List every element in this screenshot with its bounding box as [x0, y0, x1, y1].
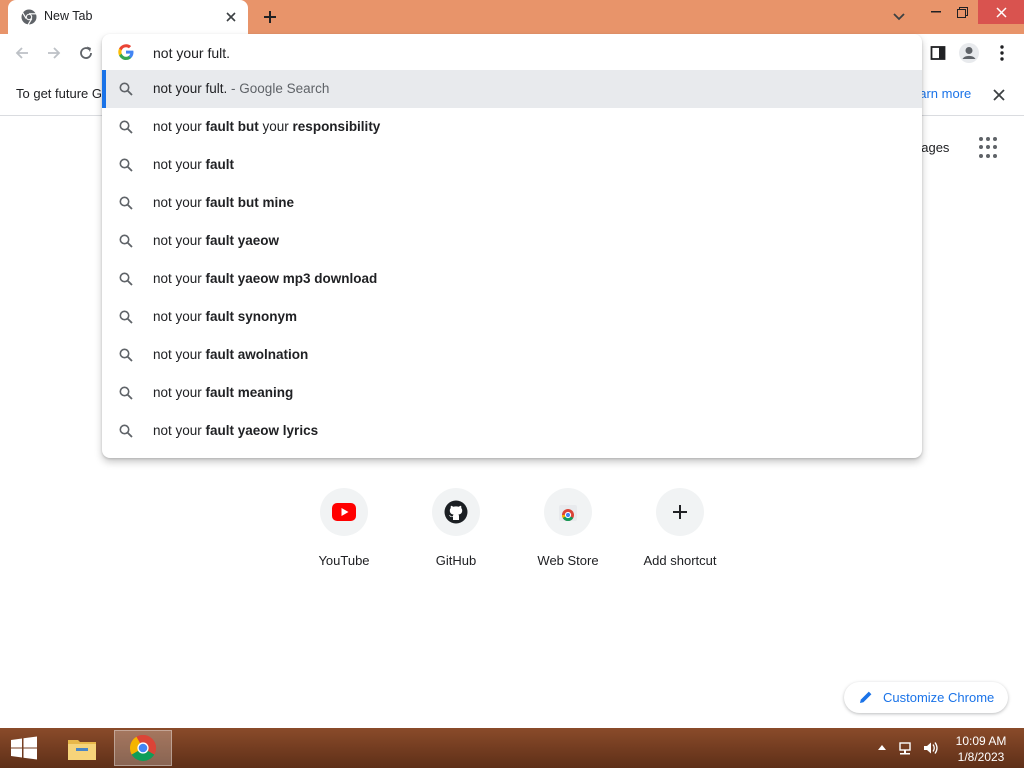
- menu-button[interactable]: [990, 41, 1014, 65]
- search-icon: [119, 386, 133, 400]
- suggestion-item[interactable]: not your fault: [102, 146, 922, 184]
- shortcut-label: Add shortcut: [643, 553, 717, 568]
- windows-start-icon[interactable]: [8, 736, 40, 760]
- search-icon: [119, 120, 133, 134]
- search-icon: [119, 158, 133, 172]
- shortcut-label: Web Store: [537, 553, 599, 568]
- search-icon: [119, 234, 133, 248]
- back-button[interactable]: [10, 41, 34, 65]
- search-icon: [119, 348, 133, 362]
- suggestion-item[interactable]: not your fault yaeow lyrics: [102, 412, 922, 450]
- search-icon: [119, 424, 133, 438]
- plus-icon: [264, 11, 276, 23]
- side-panel-button[interactable]: [926, 41, 950, 65]
- chrome-favicon-icon: [21, 9, 37, 25]
- suggestion-text: not your fault but mine: [153, 195, 295, 210]
- shortcut-add[interactable]: Add shortcut: [624, 486, 736, 576]
- reload-icon: [80, 46, 92, 59]
- suggestion-text: not your fault synonym: [153, 309, 298, 324]
- title-bar: New Tab: [0, 0, 1024, 34]
- search-icon: [119, 272, 133, 286]
- system-tray-icons[interactable]: [872, 738, 944, 758]
- customize-chrome-label: Customize Chrome: [883, 690, 995, 705]
- taskbar-clock[interactable]: 10:09 AM 1/8/2023: [948, 733, 1014, 765]
- file-explorer-taskbar-button[interactable]: [60, 730, 104, 766]
- github-icon: [444, 500, 468, 524]
- shortcut-label: GitHub: [435, 553, 477, 568]
- pencil-icon: [860, 691, 872, 703]
- shortcut-youtube[interactable]: YouTube: [288, 486, 400, 576]
- profile-button[interactable]: [957, 41, 981, 65]
- web-store-icon: [559, 505, 577, 522]
- arrow-right-icon: [48, 47, 61, 59]
- suggestion-item[interactable]: not your fault awolnation: [102, 336, 922, 374]
- suggestion-item[interactable]: not your fault yaeow mp3 download: [102, 260, 922, 298]
- suggestion-text: not your fault but your responsibility: [153, 119, 381, 134]
- taskbar: 10:09 AM 1/8/2023: [0, 728, 1024, 768]
- chevron-down-icon: [893, 13, 905, 21]
- search-icon: [119, 82, 133, 96]
- shortcut-github[interactable]: GitHub: [400, 486, 512, 576]
- suggestion-item[interactable]: not your fault synonym: [102, 298, 922, 336]
- customize-chrome-button[interactable]: Customize Chrome: [844, 682, 1008, 713]
- side-panel-icon: [930, 46, 946, 60]
- tab-close-icon[interactable]: [222, 8, 240, 26]
- shortcut-web-store[interactable]: Web Store: [512, 486, 624, 576]
- suggestion-text: not your fault yaeow lyrics: [153, 423, 319, 438]
- tab-new-tab[interactable]: New Tab: [8, 0, 248, 34]
- suggestion-text: not your fult. - Google Search: [153, 81, 330, 96]
- chrome-taskbar-button[interactable]: [114, 730, 172, 766]
- close-window-button[interactable]: [978, 0, 1024, 24]
- forward-button[interactable]: [42, 41, 66, 65]
- search-icon: [119, 310, 133, 324]
- suggestion-text: not your fault: [153, 157, 235, 172]
- youtube-icon: [332, 503, 356, 521]
- new-tab-button[interactable]: [258, 6, 282, 28]
- clock-date: 1/8/2023: [957, 750, 1005, 764]
- suggestion-text: not your fault meaning: [153, 385, 294, 400]
- shortcut-tile: [320, 488, 368, 536]
- minimize-icon: [931, 11, 941, 13]
- omnibox-input[interactable]: not your fult.: [153, 45, 230, 61]
- shortcut-tile: [656, 488, 704, 536]
- reload-button[interactable]: [74, 41, 98, 65]
- suggestion-text: not your fault yaeow mp3 download: [153, 271, 378, 286]
- close-icon: [995, 6, 1007, 18]
- folder-icon: [68, 740, 96, 760]
- shortcut-label: YouTube: [318, 553, 370, 568]
- shortcut-tile: [544, 488, 592, 536]
- suggestion-item[interactable]: not your fault but your responsibility: [102, 108, 922, 146]
- suggestion-item[interactable]: not your fault but mine: [102, 184, 922, 222]
- suggestion-text: not your fault yaeow: [153, 233, 280, 248]
- arrow-left-icon: [15, 47, 28, 59]
- kebab-menu-icon: [1000, 45, 1004, 61]
- google-g-icon: [118, 44, 134, 60]
- suggestion-item[interactable]: not your fult. - Google Search: [102, 70, 922, 108]
- shortcuts-row: YouTube GitHub Web Store Add shortcut: [288, 486, 736, 576]
- suggestion-item[interactable]: not your fault yaeow: [102, 222, 922, 260]
- search-icon: [119, 196, 133, 210]
- shortcut-tile: [432, 488, 480, 536]
- restore-icon: [956, 6, 968, 18]
- info-bar-message: To get future G: [16, 86, 102, 101]
- omnibox-dropdown: not your fult. not your fult. - Google S…: [102, 34, 922, 458]
- restore-button[interactable]: [946, 0, 978, 24]
- apps-grid-icon[interactable]: [979, 137, 1001, 159]
- clock-time: 10:09 AM: [955, 734, 1007, 748]
- tab-search-button[interactable]: [888, 6, 910, 28]
- avatar-icon: [959, 43, 979, 63]
- suggestion-text: not your fault awolnation: [153, 347, 309, 362]
- chrome-icon: [129, 734, 157, 762]
- info-bar-close-icon[interactable]: [988, 84, 1010, 106]
- tab-title: New Tab: [44, 9, 93, 23]
- suggestion-item[interactable]: not your fault meaning: [102, 374, 922, 412]
- plus-icon: [673, 505, 687, 519]
